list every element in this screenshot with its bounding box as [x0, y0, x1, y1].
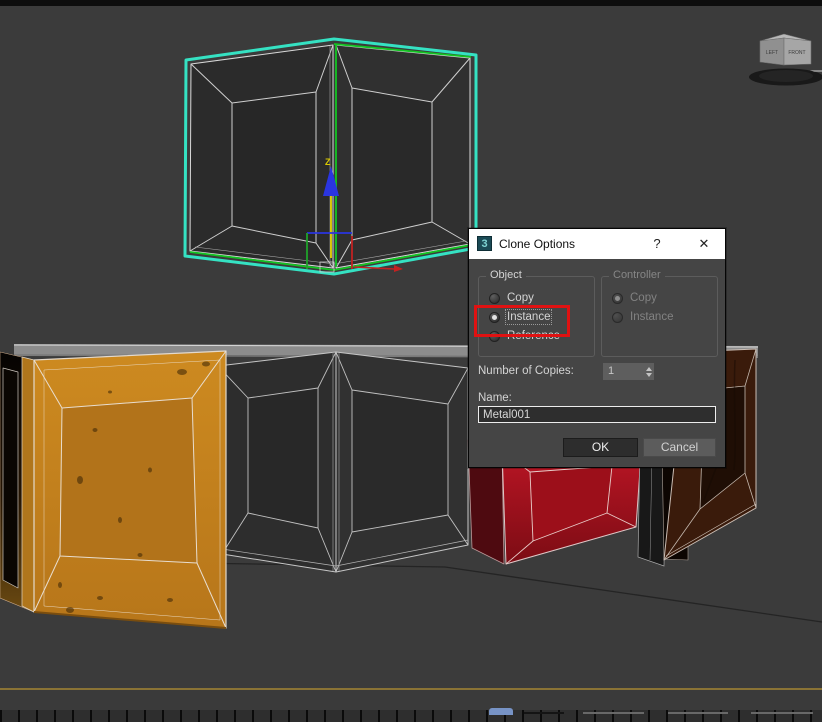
copies-spinner[interactable]: 1: [603, 363, 654, 380]
close-icon[interactable]: ✕: [691, 229, 717, 259]
radio-copy-label[interactable]: Copy: [507, 292, 534, 304]
track-segment: [668, 712, 728, 714]
gray-crate[interactable]: [218, 352, 468, 572]
object-group-label: Object: [486, 269, 526, 281]
radio-controller-copy-circle: [612, 293, 623, 304]
controller-group-box: Controller Copy Instance: [601, 276, 718, 357]
controller-group-label: Controller: [609, 269, 665, 281]
radio-controller-instance-circle: [612, 312, 623, 323]
red-annotation-highlight: [474, 305, 570, 337]
clone-options-dialog: 3 Clone Options ? ✕ Object Copy Instance: [468, 228, 726, 468]
cancel-button[interactable]: Cancel: [643, 438, 716, 457]
time-slider-marker[interactable]: [489, 708, 513, 715]
spinner-arrows[interactable]: [643, 363, 654, 380]
track-segment: [751, 712, 813, 714]
z-axis-label: Z: [325, 157, 331, 167]
radio-copy-circle[interactable]: [489, 293, 500, 304]
radio-copy[interactable]: Copy: [489, 291, 534, 305]
orange-crate[interactable]: [0, 351, 226, 628]
copies-value[interactable]: 1: [603, 363, 643, 380]
track-segment-dark: [524, 712, 564, 714]
ok-button[interactable]: OK: [563, 438, 638, 457]
viewcube[interactable]: LEFT FRONT: [749, 34, 822, 86]
dialog-title: Clone Options: [499, 229, 575, 259]
viewcube-front-face-label[interactable]: FRONT: [788, 50, 805, 56]
spinner-down-icon[interactable]: [646, 373, 652, 377]
max-viewport-screenshot: Z LEFT FRONT 3 Clone Options ? ✕: [0, 0, 822, 722]
radio-controller-instance: Instance: [612, 310, 673, 324]
timeline-panel[interactable]: [0, 690, 822, 710]
copies-label: Number of Copies:: [478, 365, 574, 377]
track-segment: [583, 712, 644, 714]
help-button[interactable]: ?: [647, 229, 667, 259]
dialog-body: Object Copy Instance Reference Controlle…: [469, 259, 725, 467]
name-label: Name:: [478, 392, 512, 404]
radio-controller-instance-label: Instance: [630, 311, 673, 323]
dialog-titlebar[interactable]: 3 Clone Options ? ✕: [469, 229, 725, 259]
top-edge-bar: [0, 0, 822, 6]
radio-controller-copy-label: Copy: [630, 292, 657, 304]
radio-controller-copy: Copy: [612, 291, 657, 305]
spinner-up-icon[interactable]: [646, 367, 652, 371]
max-app-icon: 3: [477, 236, 492, 251]
viewcube-left-face-label[interactable]: LEFT: [766, 50, 778, 56]
name-input[interactable]: [478, 406, 716, 423]
